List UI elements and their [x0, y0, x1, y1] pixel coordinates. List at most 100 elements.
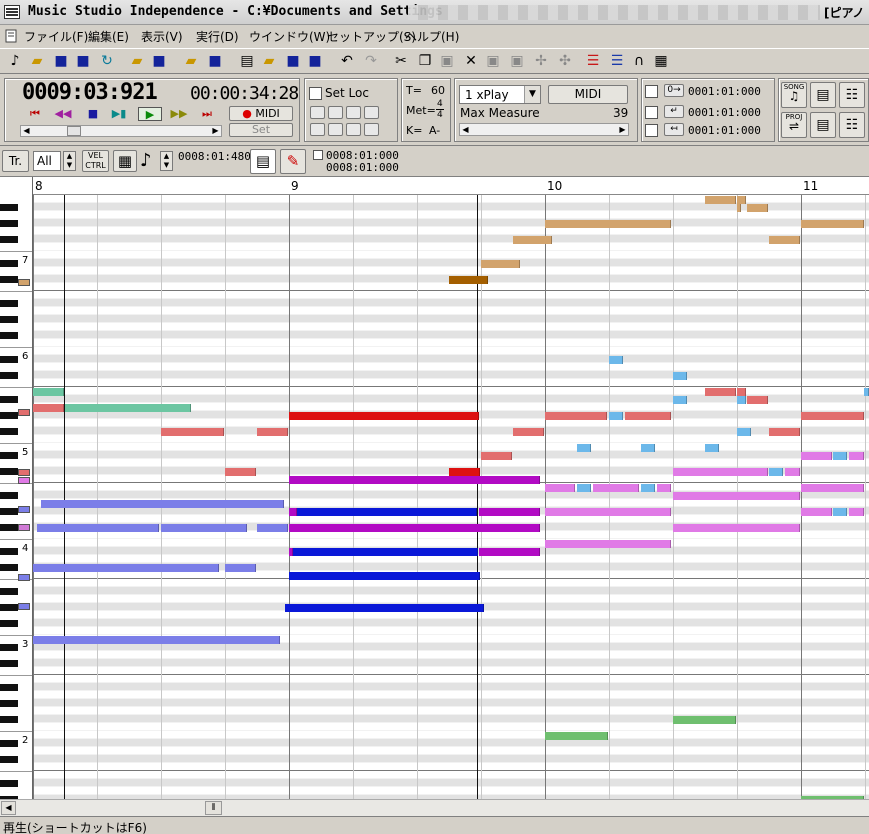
- black-key[interactable]: [0, 548, 18, 555]
- midi-note[interactable]: [801, 452, 832, 460]
- midi-note[interactable]: [609, 412, 623, 420]
- midi-note[interactable]: [297, 508, 477, 516]
- max-measure-right-icon[interactable]: ▶: [617, 124, 628, 135]
- midi-note[interactable]: [737, 196, 746, 204]
- grid-view-icon[interactable]: ▦: [652, 52, 670, 70]
- new-doc-icon[interactable]: ▤: [238, 52, 256, 70]
- midi-note[interactable]: [513, 236, 552, 244]
- song-window-button[interactable]: SONG ♫: [781, 82, 807, 108]
- midi-note[interactable]: [161, 524, 247, 532]
- locator-2-jump-icon[interactable]: ↵: [664, 105, 684, 118]
- black-key[interactable]: [0, 564, 18, 571]
- midi-note[interactable]: [801, 508, 832, 516]
- black-key[interactable]: [0, 604, 18, 611]
- locator-3-checkbox[interactable]: [645, 124, 658, 137]
- midi-note[interactable]: [737, 396, 746, 404]
- event-list-icon[interactable]: ☰: [584, 52, 602, 70]
- position-scroll-thumb[interactable]: [67, 126, 81, 136]
- midi-note[interactable]: [785, 468, 800, 476]
- midi-note[interactable]: [849, 508, 864, 516]
- set-loc-checkbox[interactable]: [309, 87, 322, 100]
- save-icon[interactable]: ■: [52, 52, 70, 70]
- save-file-icon[interactable]: ■: [206, 52, 224, 70]
- menu-help[interactable]: ヘルプ(H): [405, 28, 459, 45]
- midi-note[interactable]: [225, 468, 256, 476]
- midi-note[interactable]: [33, 388, 64, 396]
- midi-note[interactable]: [161, 428, 224, 436]
- transpose-icon[interactable]: ✣: [556, 52, 574, 70]
- midi-note[interactable]: [545, 732, 608, 740]
- max-measure-left-icon[interactable]: ◀: [460, 124, 471, 135]
- piano-view-icon[interactable]: ▤: [250, 149, 276, 174]
- midi-note[interactable]: [833, 452, 847, 460]
- note-length-spin-icon[interactable]: ▲ ▼: [160, 151, 173, 171]
- black-key[interactable]: [0, 684, 18, 691]
- midi-note[interactable]: [449, 468, 480, 476]
- midi-note[interactable]: [705, 444, 719, 452]
- insert-icon[interactable]: ▣: [484, 52, 502, 70]
- black-key[interactable]: [0, 780, 18, 787]
- pencil-tool-icon[interactable]: ✎: [280, 149, 306, 174]
- black-key[interactable]: [0, 588, 18, 595]
- midi-note[interactable]: [673, 716, 736, 724]
- black-key[interactable]: [0, 700, 18, 707]
- black-key[interactable]: [0, 508, 18, 515]
- locator-1-checkbox[interactable]: [645, 85, 658, 98]
- black-key[interactable]: [0, 524, 18, 531]
- piano-roll-grid[interactable]: [33, 195, 869, 799]
- note-length-icon[interactable]: ♪: [140, 150, 152, 171]
- locator-slot-button[interactable]: [364, 123, 379, 136]
- loop-icon[interactable]: ∩: [630, 52, 648, 70]
- scroll-right-icon[interactable]: ▶: [210, 126, 221, 136]
- filter-spin-icon[interactable]: ▲ ▼: [63, 151, 76, 171]
- black-key[interactable]: [0, 660, 18, 667]
- midi-note[interactable]: [801, 220, 864, 228]
- locator-slot-button[interactable]: [328, 123, 343, 136]
- new-song-icon[interactable]: ♪: [6, 52, 24, 70]
- midi-button[interactable]: MIDI: [548, 85, 628, 104]
- midi-note[interactable]: [833, 508, 847, 516]
- midi-note[interactable]: [705, 388, 736, 396]
- paste-icon[interactable]: ▣: [438, 52, 456, 70]
- horizontal-scrollbar[interactable]: ◀ ⦀: [0, 799, 869, 816]
- save-doc-as-icon[interactable]: ■: [306, 52, 324, 70]
- scroll-left-icon[interactable]: ◀: [21, 126, 32, 136]
- midi-note[interactable]: [545, 220, 671, 228]
- midi-note[interactable]: [673, 372, 687, 380]
- midi-note[interactable]: [577, 444, 591, 452]
- range-checkbox[interactable]: [313, 150, 323, 160]
- rewind-icon[interactable]: ◀◀: [54, 107, 72, 121]
- set-button[interactable]: Set: [229, 123, 293, 137]
- midi-note[interactable]: [293, 548, 478, 556]
- black-key[interactable]: [0, 644, 18, 651]
- grid-snap-icon[interactable]: ▦: [113, 150, 137, 172]
- black-key[interactable]: [0, 300, 18, 307]
- redo-icon[interactable]: ↷: [362, 52, 380, 70]
- midi-note[interactable]: [641, 484, 655, 492]
- midi-note[interactable]: [33, 404, 64, 412]
- midi-note[interactable]: [673, 468, 768, 476]
- key-value[interactable]: A-: [429, 124, 440, 137]
- horizontal-scroll-thumb[interactable]: ⦀: [205, 801, 222, 815]
- mixer-window-icon[interactable]: ☷: [839, 82, 865, 108]
- midi-note[interactable]: [33, 564, 219, 572]
- midi-note[interactable]: [545, 412, 607, 420]
- midi-note[interactable]: [801, 484, 864, 492]
- midi-note[interactable]: [801, 412, 864, 420]
- midi-note[interactable]: [747, 204, 768, 212]
- black-key[interactable]: [0, 220, 18, 227]
- revert-icon[interactable]: ↻: [98, 52, 116, 70]
- save-as-icon[interactable]: ■: [74, 52, 92, 70]
- black-key[interactable]: [0, 276, 18, 283]
- locator-slot-button[interactable]: [364, 106, 379, 119]
- black-key[interactable]: [0, 204, 18, 211]
- save-doc-icon[interactable]: ■: [284, 52, 302, 70]
- midi-note[interactable]: [41, 500, 284, 508]
- track-button[interactable]: Tr.: [2, 150, 29, 172]
- midi-note[interactable]: [449, 276, 488, 284]
- midi-note[interactable]: [479, 508, 540, 516]
- black-key[interactable]: [0, 332, 18, 339]
- to-end-icon[interactable]: ⏭: [198, 107, 216, 121]
- app-icon[interactable]: [4, 5, 20, 19]
- max-measure-scroll[interactable]: ◀ ▶: [459, 123, 629, 136]
